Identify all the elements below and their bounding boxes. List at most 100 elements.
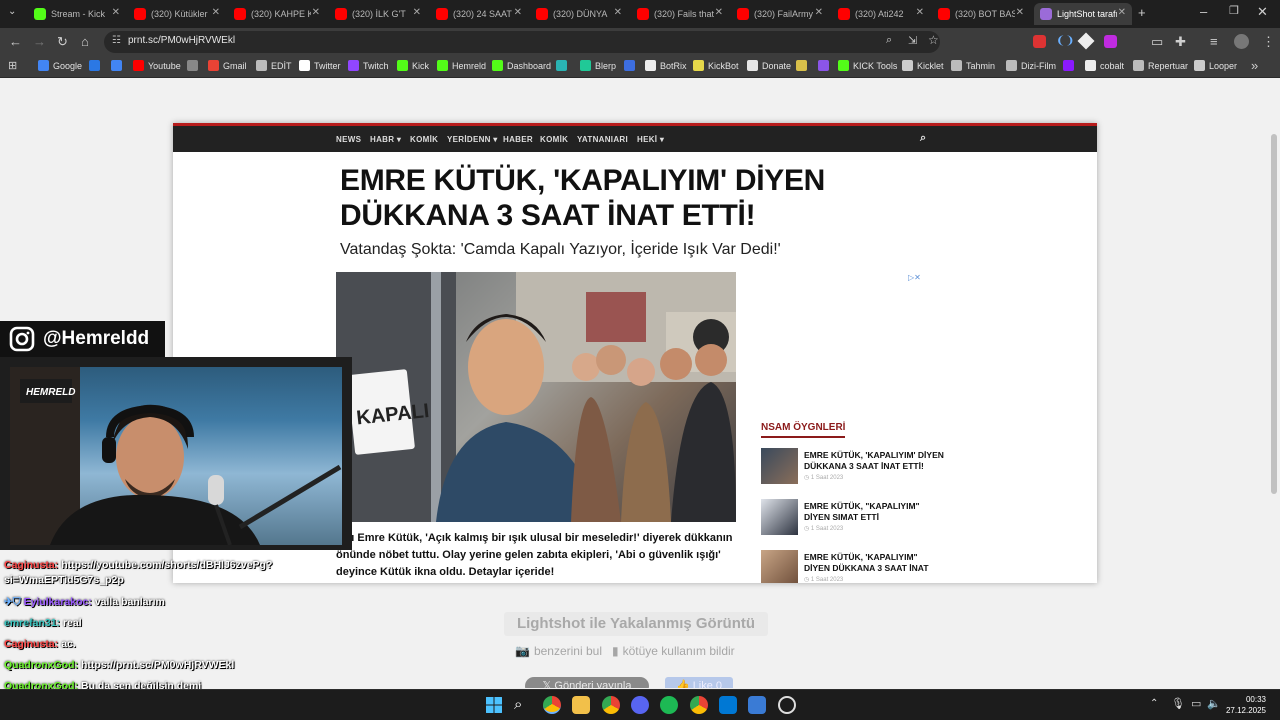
cast-icon[interactable]: ▭ <box>1151 34 1163 50</box>
volume-icon[interactable]: 🔈 <box>1207 697 1221 710</box>
spotify-icon[interactable] <box>660 696 678 714</box>
bookmark-item[interactable]: Looper <box>1194 60 1237 71</box>
tab-close-icon[interactable]: ✕ <box>413 7 421 18</box>
apps-grid-icon[interactable]: ⊞ <box>8 59 17 72</box>
forward-icon[interactable]: → <box>33 34 46 49</box>
extension-icon[interactable] <box>1033 35 1046 48</box>
tab-close-icon[interactable]: ✕ <box>715 7 723 18</box>
chrome-app-icon[interactable] <box>690 696 708 714</box>
back-icon[interactable]: ← <box>9 34 22 49</box>
bookmark-item[interactable]: KICK Tools <box>838 60 897 71</box>
menu-icon[interactable]: ⋮ <box>1262 34 1275 50</box>
extension-icon[interactable]: ❨❩ <box>1056 34 1074 47</box>
browser-tab[interactable]: (320) Kütükler ✕ <box>128 3 226 25</box>
browser-tab[interactable]: (320) İLK G'T ✕ <box>329 3 427 25</box>
scrollbar-thumb[interactable] <box>1271 134 1277 494</box>
bookmark-item[interactable]: Dashboard <box>492 60 551 71</box>
browser-tab[interactable]: (320) 24 SAAT ✕ <box>430 3 528 25</box>
facebook-like-button[interactable]: 👍 Like 0 <box>665 677 733 688</box>
bookmark-item[interactable]: Kicklet <box>902 60 944 71</box>
bookmark-item[interactable]: Google <box>38 60 82 71</box>
network-icon[interactable]: ▭ <box>1191 697 1201 710</box>
app-icon[interactable] <box>719 696 737 714</box>
browser-tab[interactable]: LightShot tarafı ✕ <box>1034 3 1132 25</box>
browser-tab[interactable]: Stream - Kick ✕ <box>28 3 126 25</box>
extension-icon[interactable] <box>1077 32 1095 50</box>
tab-close-icon[interactable]: ✕ <box>614 7 622 18</box>
bookmark-item[interactable]: Kick <box>397 60 429 71</box>
bookmark-item[interactable]: BotRix <box>645 60 687 71</box>
bookmark-item[interactable]: EDİT <box>256 60 292 71</box>
tab-close-icon[interactable]: ✕ <box>815 7 823 18</box>
file-explorer-icon[interactable] <box>572 696 590 714</box>
restore-icon[interactable]: ❐ <box>1229 4 1239 17</box>
browser-tab[interactable]: (320) FailArmy ✕ <box>731 3 829 25</box>
tab-close-icon[interactable]: ✕ <box>514 7 522 18</box>
minimize-icon[interactable]: – <box>1200 4 1207 19</box>
discord-icon[interactable] <box>631 696 649 714</box>
tab-close-icon[interactable]: ✕ <box>112 7 120 18</box>
tab-close-icon[interactable]: ✕ <box>1118 7 1126 18</box>
start-icon[interactable] <box>485 696 503 714</box>
tab-close-icon[interactable]: ✕ <box>1016 7 1024 18</box>
bookmark-item[interactable]: Donate <box>747 60 791 71</box>
browser-tab[interactable]: (320) DÜNYA ✕ <box>530 3 628 25</box>
extensions-puzzle-icon[interactable]: ✚ <box>1175 34 1186 50</box>
home-icon[interactable]: ⌂ <box>81 34 89 49</box>
url-text[interactable]: prnt.sc/PM0wHjRVWEkl <box>128 35 235 46</box>
reload-icon[interactable]: ↻ <box>57 34 68 50</box>
bookmark-item[interactable]: Twitter <box>299 60 341 71</box>
tab-search-icon[interactable]: ⌄ <box>8 6 16 17</box>
tab-close-icon[interactable]: ✕ <box>312 7 320 18</box>
browser-tab[interactable]: (320) Fails that ✕ <box>631 3 729 25</box>
tab-close-icon[interactable]: ✕ <box>212 7 220 18</box>
site-info-icon[interactable]: ☷ <box>112 35 121 46</box>
bookmark-item[interactable]: Blerp <box>580 60 616 71</box>
tray-overflow-icon[interactable]: ⌃ <box>1150 698 1158 709</box>
bookmark-item[interactable]: Hemreld <box>437 60 486 71</box>
share-x-button[interactable]: 𝕏 Gönderi yayınla <box>525 677 649 688</box>
obs-icon[interactable] <box>778 696 796 714</box>
bookmark-item[interactable] <box>111 60 126 71</box>
bookmark-item[interactable]: Repertuar <box>1133 60 1188 71</box>
close-window-icon[interactable]: ✕ <box>1257 4 1268 20</box>
bookmark-star-icon[interactable]: ☆ <box>928 33 939 47</box>
install-icon[interactable]: ⇲ <box>908 34 917 47</box>
bookmark-item[interactable] <box>187 60 202 71</box>
browser-tab[interactable]: (320) BOT BAS ✕ <box>932 3 1030 25</box>
bookmark-item[interactable] <box>818 60 833 71</box>
page-scrollbar[interactable] <box>1268 79 1280 688</box>
profile-avatar[interactable] <box>1234 34 1249 49</box>
bookmark-item[interactable]: KickBot <box>693 60 739 71</box>
omnibox[interactable]: ☷ prnt.sc/PM0wHjRVWEkl ⌕ ⇲ ☆ <box>104 31 940 53</box>
tab-title: (320) Ati242 <box>855 9 904 19</box>
zoom-icon[interactable]: ⌕ <box>886 34 892 47</box>
reading-list-icon[interactable]: ≡ <box>1210 34 1218 49</box>
extension-icon[interactable] <box>1104 35 1117 48</box>
popular-article-title: EMRE KÜTÜK, 'KAPALIYIM' DİYEN DÜKKANA 3 … <box>804 450 944 471</box>
tab-close-icon[interactable]: ✕ <box>916 7 924 18</box>
bookmark-item[interactable]: Twitch <box>348 60 389 71</box>
search-icon[interactable]: ⌕ <box>514 696 532 714</box>
bookmark-item[interactable]: Tahmin <box>951 60 995 71</box>
bookmark-item[interactable] <box>796 60 811 71</box>
browser-tab[interactable]: (320) Ati242 ✕ <box>832 3 930 25</box>
browser-tab[interactable]: (320) KAHPE K ✕ <box>228 3 326 25</box>
bookmark-item[interactable]: Youtube <box>133 60 181 71</box>
more-bookmarks-icon[interactable]: » <box>1251 58 1258 73</box>
bookmark-item[interactable] <box>556 60 571 71</box>
bookmark-item[interactable]: Dizi-Film <box>1006 60 1056 71</box>
microphone-icon[interactable]: 🎙 <box>1171 697 1185 710</box>
find-similar-link[interactable]: 📷 benzerini bul <box>515 644 602 658</box>
report-abuse-link[interactable]: ▮ kötüye kullanım bildir <box>612 644 735 658</box>
bookmark-item[interactable] <box>1063 60 1078 71</box>
chrome-profile-icon[interactable] <box>602 696 620 714</box>
bookmark-item[interactable]: cobalt <box>1085 60 1124 71</box>
bookmark-item[interactable] <box>89 60 104 71</box>
system-clock[interactable]: 00:33 27.12.2025 <box>1226 694 1266 716</box>
app-icon[interactable] <box>748 696 766 714</box>
bookmark-item[interactable] <box>624 60 639 71</box>
bookmark-item[interactable]: Gmail <box>208 60 247 71</box>
chrome-icon[interactable] <box>543 696 561 714</box>
new-tab-icon[interactable]: + <box>1138 5 1146 20</box>
